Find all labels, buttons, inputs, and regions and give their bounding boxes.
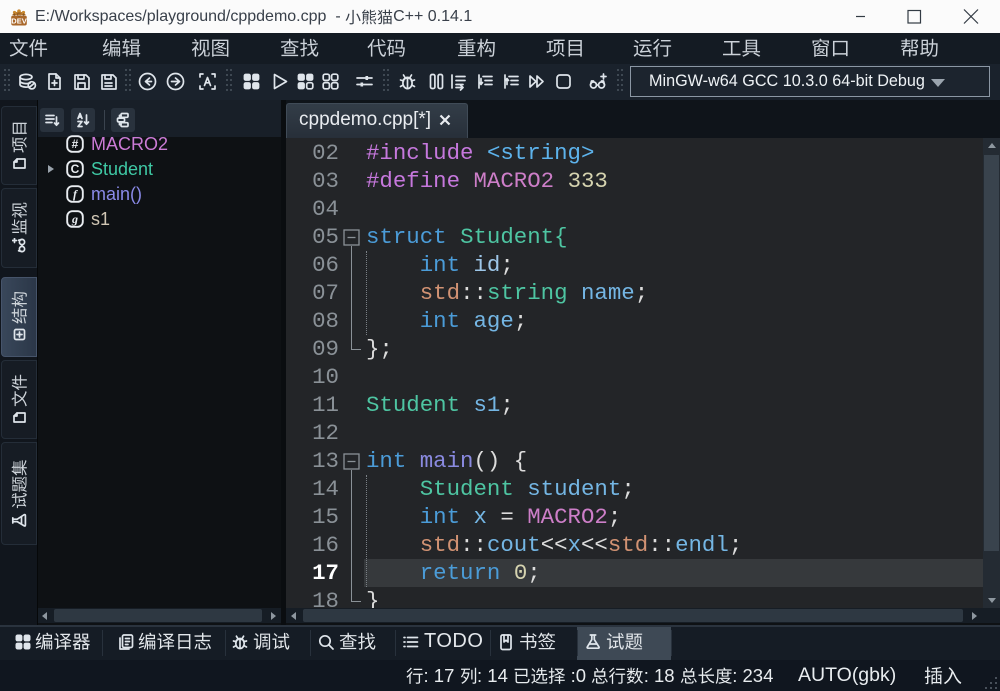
svg-text:C: C bbox=[71, 162, 80, 176]
svg-text:f: f bbox=[73, 187, 78, 201]
svg-text:+ C +: + C + bbox=[13, 13, 25, 19]
svg-text:g: g bbox=[71, 212, 78, 226]
svg-text:#: # bbox=[72, 137, 79, 151]
